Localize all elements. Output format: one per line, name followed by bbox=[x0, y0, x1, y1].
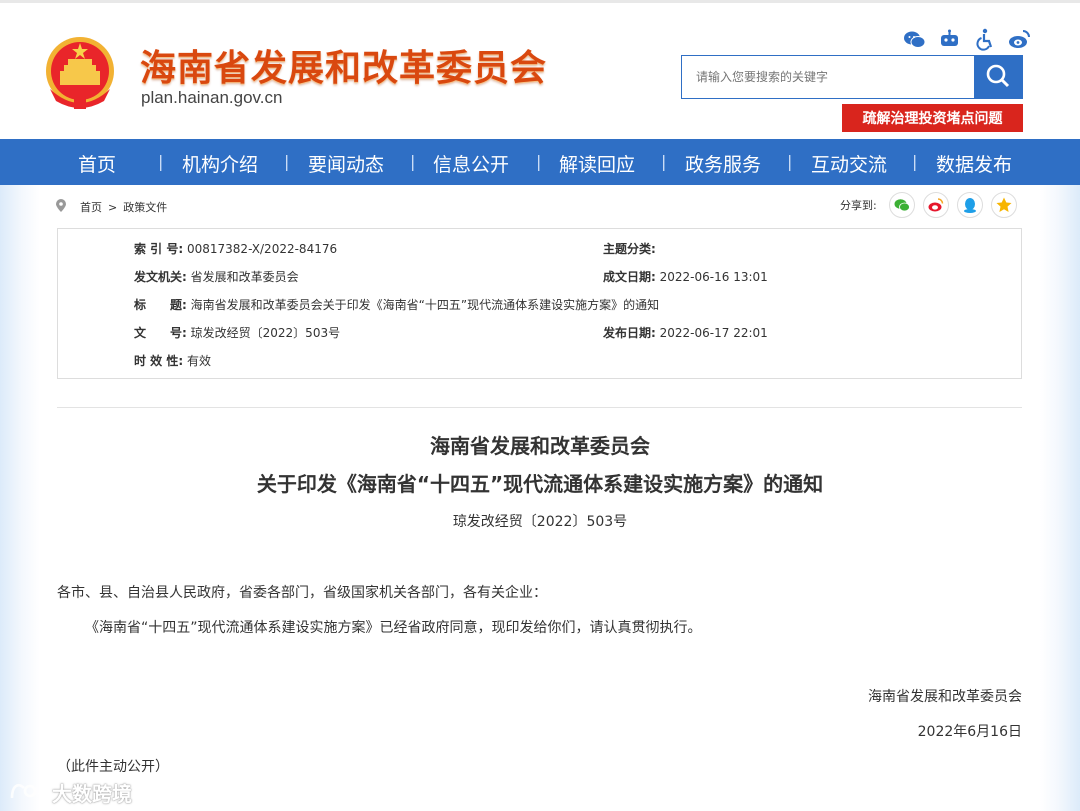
meta-published-value: 2022-06-17 22:01 bbox=[659, 326, 768, 340]
meta-issuer-row: 发文机关: 省发展和改革委员会 bbox=[134, 268, 299, 285]
meta-docno-row: 文 号: 琼发改经贸〔2022〕503号 bbox=[134, 324, 340, 341]
document-metadata-panel: 索 引 号: 00817382-X/2022-84176 主题分类: 发文机关:… bbox=[57, 228, 1022, 379]
share-label: 分享到: bbox=[840, 199, 877, 212]
document-signature: 海南省发展和改革委员会 bbox=[868, 689, 1022, 705]
accessibility-icon[interactable] bbox=[972, 27, 997, 52]
main-nav: 首页 | 机构介绍 | 要闻动态 | 信息公开 | 解读回应 | 政务服务 | … bbox=[0, 139, 1080, 185]
meta-topic-row: 主题分类: bbox=[603, 240, 656, 257]
nav-item-info-disclosure[interactable]: 信息公开 bbox=[433, 150, 509, 177]
wechat-icon[interactable] bbox=[902, 27, 927, 52]
breadcrumb-current[interactable]: 政策文件 bbox=[123, 199, 167, 215]
meta-validity-row: 时 效 性: 有效 bbox=[134, 352, 211, 369]
document-note: （此件主动公开） bbox=[57, 759, 169, 775]
nav-item-interaction[interactable]: 互动交流 bbox=[811, 150, 887, 177]
search-input[interactable] bbox=[682, 56, 974, 98]
site-title[interactable]: 海南省发展和改革委员会 bbox=[140, 39, 547, 91]
meta-created-row: 成文日期: 2022-06-16 13:01 bbox=[603, 268, 768, 285]
location-pin-icon bbox=[56, 199, 66, 215]
meta-title-row: 标 题: 海南省发展和改革委员会关于印发《海南省“十四五”现代流通体系建设实施方… bbox=[134, 296, 659, 313]
nav-separator: | bbox=[410, 152, 416, 171]
breadcrumb: 首页 > 政策文件 bbox=[56, 199, 167, 215]
top-icon-bar bbox=[902, 27, 1032, 52]
watermark-logo-icon bbox=[8, 778, 48, 807]
meta-published-row: 发布日期: 2022-06-17 22:01 bbox=[603, 324, 768, 341]
watermark: 大数跨境 bbox=[8, 778, 132, 807]
nav-item-services[interactable]: 政务服务 bbox=[685, 150, 761, 177]
search-icon bbox=[985, 63, 1011, 92]
meta-created-value: 2022-06-16 13:01 bbox=[659, 270, 768, 284]
nav-separator: | bbox=[158, 152, 164, 171]
content-divider bbox=[57, 407, 1022, 408]
meta-index-label: 索 引 号: bbox=[134, 242, 184, 256]
nav-separator: | bbox=[912, 152, 918, 171]
meta-issuer-label: 发文机关: bbox=[134, 270, 187, 284]
share-wechat-icon[interactable] bbox=[888, 192, 915, 218]
meta-docno-label: 文 号: bbox=[134, 326, 187, 340]
meta-index-value: 00817382-X/2022-84176 bbox=[186, 242, 338, 256]
meta-validity-value: 有效 bbox=[186, 354, 211, 368]
weibo-icon[interactable] bbox=[1007, 27, 1032, 52]
document-salutation: 各市、县、自治县人民政府，省委各部门，省级国家机关各部门，各有关企业： bbox=[57, 585, 547, 601]
investment-issues-button[interactable]: 疏解治理投资堵点问题 bbox=[842, 104, 1023, 132]
nav-item-home[interactable]: 首页 bbox=[78, 150, 116, 177]
nav-separator: | bbox=[787, 152, 793, 171]
nav-separator: | bbox=[536, 152, 542, 171]
site-header: 海南省发展和改革委员会 plan.hainan.gov.cn 疏解治理投资堵点问… bbox=[0, 3, 1080, 139]
nav-item-about[interactable]: 机构介绍 bbox=[182, 150, 258, 177]
share-qq-icon[interactable] bbox=[956, 192, 983, 218]
meta-validity-label: 时 效 性: bbox=[134, 354, 184, 368]
share-bar: 分享到: bbox=[840, 192, 1017, 218]
watermark-text: 大数跨境 bbox=[52, 782, 132, 806]
breadcrumb-separator: > bbox=[108, 200, 118, 214]
meta-created-label: 成文日期: bbox=[603, 270, 656, 284]
national-emblem-icon bbox=[44, 35, 116, 111]
meta-topic-label: 主题分类: bbox=[603, 242, 656, 256]
meta-title-label: 标 题: bbox=[134, 298, 187, 312]
document-number: 琼发改经贸〔2022〕503号 bbox=[452, 514, 628, 530]
document-title-line2: 关于印发《海南省“十四五”现代流通体系建设实施方案》的通知 bbox=[256, 472, 824, 496]
nav-separator: | bbox=[284, 152, 290, 171]
meta-issuer-value: 省发展和改革委员会 bbox=[190, 270, 299, 284]
nav-item-interpretation[interactable]: 解读回应 bbox=[559, 150, 635, 177]
robot-icon[interactable] bbox=[937, 27, 962, 52]
document-title-line1: 海南省发展和改革委员会 bbox=[430, 434, 650, 458]
meta-published-label: 发布日期: bbox=[603, 326, 656, 340]
breadcrumb-home[interactable]: 首页 bbox=[80, 199, 102, 215]
share-qzone-icon[interactable] bbox=[990, 192, 1017, 218]
search-button[interactable] bbox=[974, 56, 1022, 98]
nav-item-data[interactable]: 数据发布 bbox=[936, 150, 1012, 177]
document-date: 2022年6月16日 bbox=[917, 724, 1022, 740]
site-domain: plan.hainan.gov.cn bbox=[141, 88, 283, 107]
document-body: 《海南省“十四五”现代流通体系建设实施方案》已经省政府同意，现印发给你们，请认真… bbox=[85, 620, 702, 636]
meta-index-row: 索 引 号: 00817382-X/2022-84176 bbox=[134, 240, 337, 257]
share-weibo-icon[interactable] bbox=[922, 192, 949, 218]
search-box bbox=[681, 55, 1023, 99]
meta-title-value: 海南省发展和改革委员会关于印发《海南省“十四五”现代流通体系建设实施方案》的通知 bbox=[190, 298, 660, 312]
nav-separator: | bbox=[661, 152, 667, 171]
meta-docno-value: 琼发改经贸〔2022〕503号 bbox=[190, 326, 341, 340]
nav-item-news[interactable]: 要闻动态 bbox=[308, 150, 384, 177]
